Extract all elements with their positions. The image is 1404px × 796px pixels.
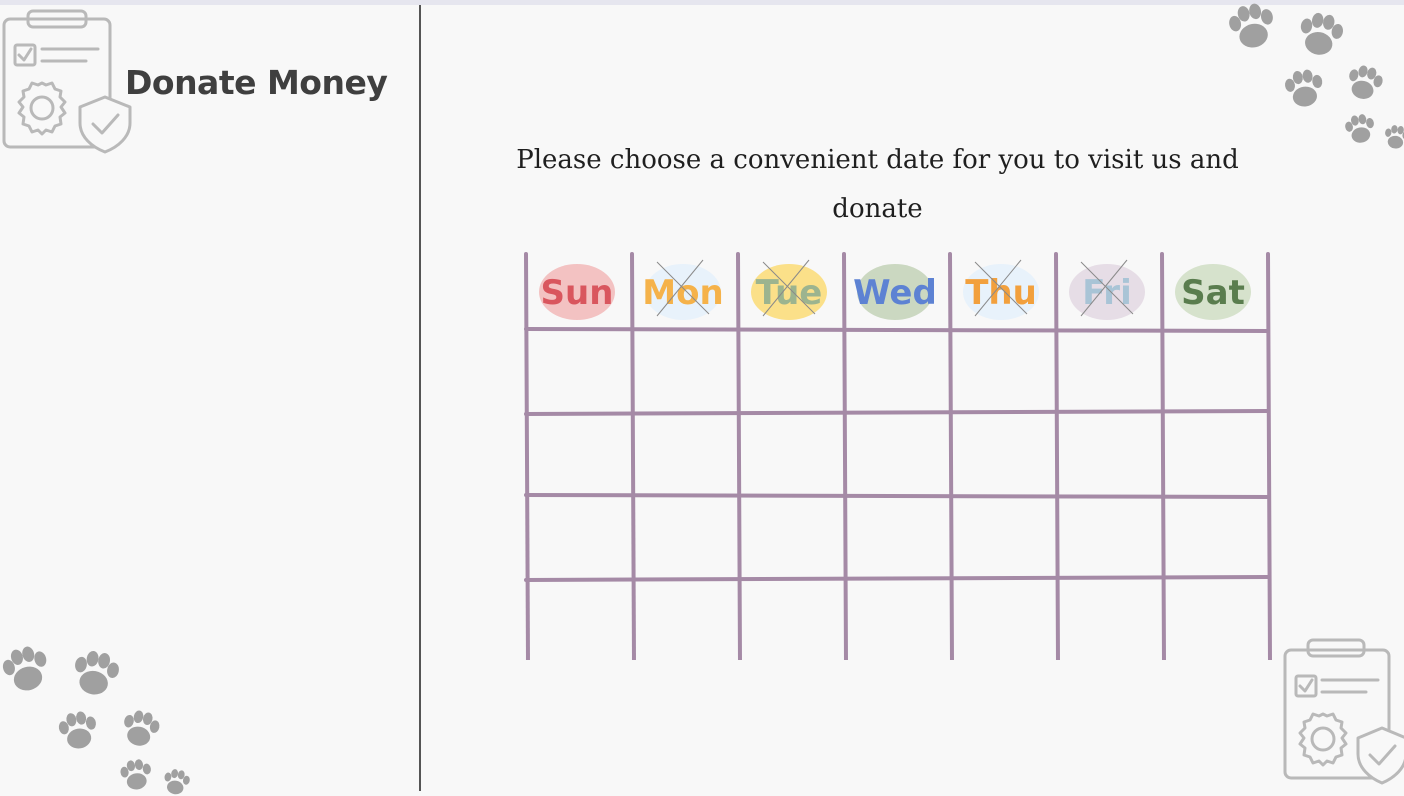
calendar-day-cell-tue xyxy=(741,499,841,576)
day-label-thu: Thu xyxy=(965,273,1037,313)
paw-print-icon xyxy=(0,642,192,796)
calendar-day-cell-fri xyxy=(1059,333,1159,410)
calendar-column-line xyxy=(842,252,848,660)
clipboard-gear-shield-icon xyxy=(2,9,132,154)
calendar-day-cell-sat[interactable] xyxy=(1165,416,1265,493)
calendar-column-line xyxy=(948,252,954,660)
day-label-sun: Sun xyxy=(541,273,614,313)
calendar-day-cell-thu xyxy=(953,499,1053,576)
day-label-wed: Wed xyxy=(853,273,937,313)
calendar-column-line xyxy=(1160,252,1166,660)
calendar-day-cell-tue xyxy=(741,333,841,410)
calendar-day-cell-tue xyxy=(741,582,841,660)
calendar-day-cell-wed[interactable] xyxy=(847,499,947,576)
calendar-column-line xyxy=(1054,252,1060,660)
day-label-mon: Mon xyxy=(642,273,723,313)
calendar-day-cell-fri xyxy=(1059,582,1159,660)
calendar-day-cell-sat[interactable] xyxy=(1165,499,1265,576)
calendar-day-cell-mon xyxy=(635,499,735,576)
calendar-row-line xyxy=(524,327,1270,333)
calendar-day-cell-thu xyxy=(953,333,1053,410)
weekly-calendar: Sun Mon Tue Wed Thu Fri Sat xyxy=(524,252,1272,660)
paw-print-icon xyxy=(1226,0,1404,150)
calendar-day-cell-mon xyxy=(635,333,735,410)
day-label-sat: Sat xyxy=(1181,273,1245,313)
calendar-day-cell-sun[interactable] xyxy=(529,416,629,493)
calendar-column-line xyxy=(736,252,742,660)
calendar-day-cell-tue xyxy=(741,416,841,493)
panel-divider xyxy=(419,5,421,791)
calendar-column-line xyxy=(630,252,636,660)
calendar-day-cell-sat[interactable] xyxy=(1165,582,1265,660)
calendar-column-line xyxy=(1266,252,1272,660)
calendar-day-cell-mon xyxy=(635,416,735,493)
calendar-day-cell-wed[interactable] xyxy=(847,333,947,410)
calendar-day-cell-sun[interactable] xyxy=(529,582,629,660)
calendar-day-cell-sat[interactable] xyxy=(1165,333,1265,410)
calendar-day-cell-sun[interactable] xyxy=(529,499,629,576)
visit-instructions: Please choose a convenient date for you … xyxy=(516,145,1239,224)
calendar-day-cell-sun[interactable] xyxy=(529,333,629,410)
calendar-row-line xyxy=(524,409,1270,416)
clipboard-gear-shield-icon xyxy=(1283,638,1404,785)
calendar-day-cell-thu xyxy=(953,582,1053,660)
page-title: Donate Money xyxy=(125,63,388,102)
calendar-row-line xyxy=(524,575,1270,582)
calendar-day-cell-fri xyxy=(1059,416,1159,493)
calendar-row-line xyxy=(524,493,1270,499)
calendar-day-cell-wed[interactable] xyxy=(847,582,947,660)
calendar-day-cell-wed[interactable] xyxy=(847,416,947,493)
left-panel: Donate Money xyxy=(0,5,419,796)
calendar-day-cell-thu xyxy=(953,416,1053,493)
day-label-tue: Tue xyxy=(756,273,823,313)
calendar-day-cell-mon xyxy=(635,582,735,660)
calendar-column-line xyxy=(524,252,530,660)
calendar-day-cell-fri xyxy=(1059,499,1159,576)
day-label-fri: Fri xyxy=(1082,273,1131,313)
